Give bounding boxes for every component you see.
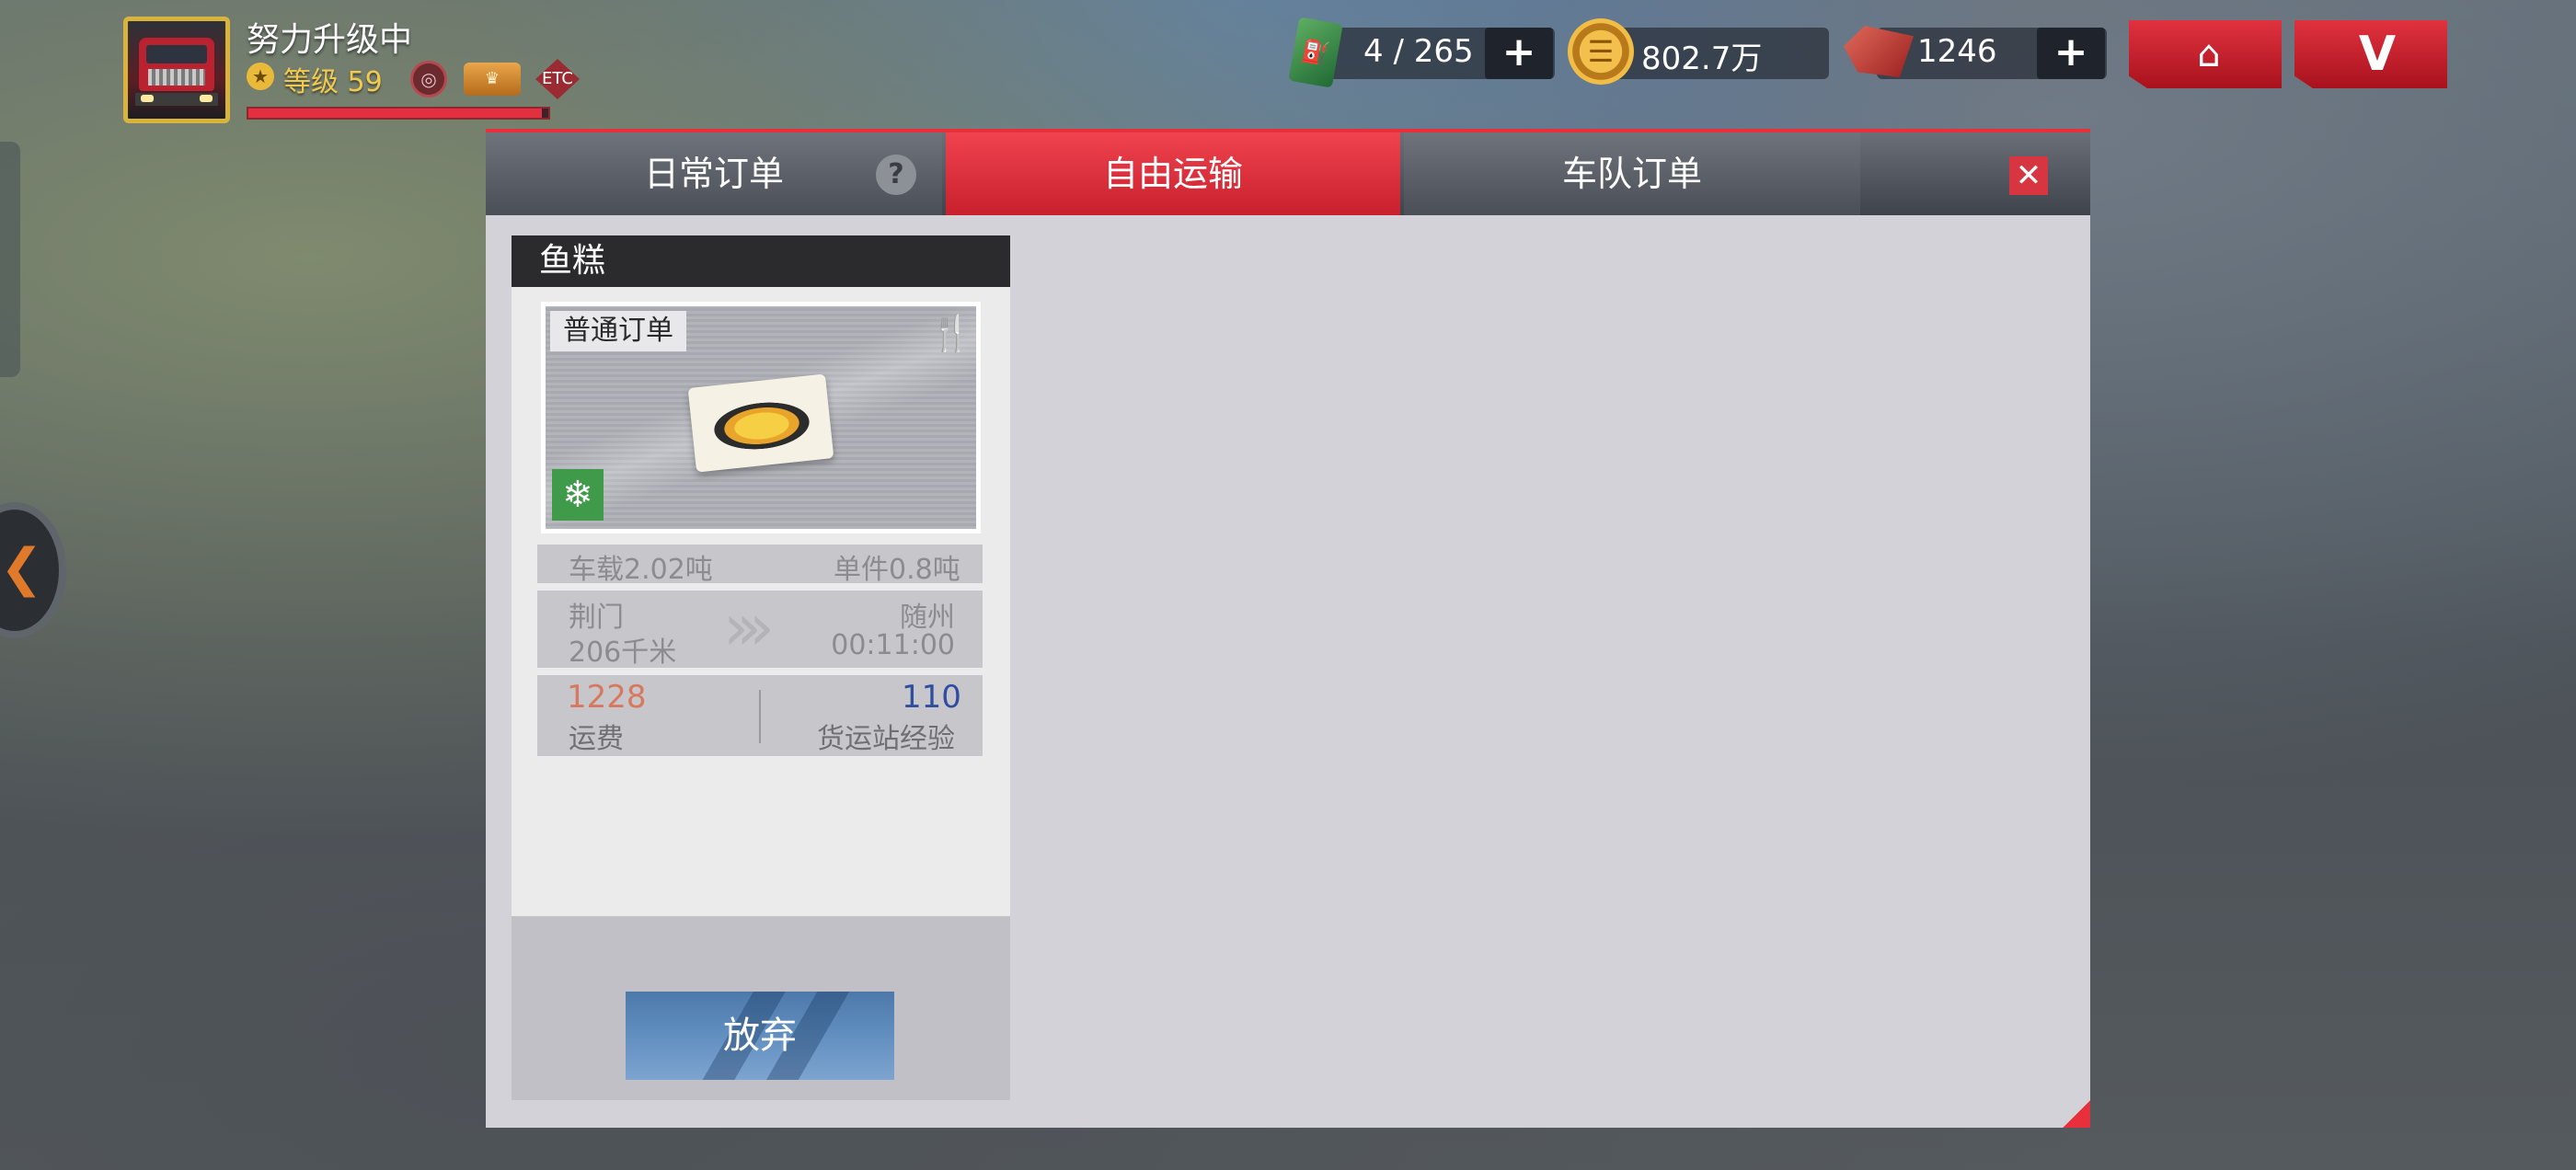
experience-bar bbox=[247, 107, 550, 120]
station-exp-label: 货运站经验 bbox=[817, 723, 955, 755]
snowflake-icon: ❄ bbox=[552, 469, 604, 521]
freight-label: 运费 bbox=[569, 723, 624, 755]
help-icon[interactable]: ? bbox=[876, 155, 916, 195]
truck-headlight bbox=[200, 95, 213, 102]
station-exp-value: 110 bbox=[902, 679, 961, 716]
coin-value: 802.7万 bbox=[1641, 40, 1763, 77]
coin-icon: ☰ bbox=[1568, 18, 1634, 85]
v-icon: V bbox=[2358, 27, 2397, 82]
steering-wheel-badge-icon[interactable]: ◎ bbox=[410, 61, 447, 98]
route-distance: 206千米 bbox=[569, 637, 677, 669]
store-icon: ⌂ bbox=[2197, 33, 2221, 75]
tab-label: 日常订单 bbox=[643, 154, 784, 194]
tab-free-transport[interactable]: 自由运输 bbox=[946, 132, 1400, 215]
player-level: 等级 59 bbox=[283, 66, 383, 98]
side-drawer-handle[interactable] bbox=[0, 142, 20, 377]
experience-bar-fill bbox=[248, 109, 543, 118]
player-name: 努力升级中 bbox=[247, 21, 413, 59]
tab-daily-orders[interactable]: 日常订单 bbox=[486, 132, 942, 215]
fork-knife-icon: 🍴 bbox=[929, 313, 973, 353]
tab-label: 自由运输 bbox=[1102, 154, 1243, 194]
fuel-value: 4 / 265 bbox=[1363, 33, 1474, 70]
order-type-tag: 普通订单 bbox=[550, 311, 686, 351]
truck-load: 车载2.02吨 bbox=[569, 554, 713, 586]
cargo-name: 鱼糕 bbox=[539, 242, 606, 280]
truck-headlight bbox=[141, 95, 154, 102]
navigation-arrow-icon: ❮ bbox=[0, 538, 43, 598]
abandon-button[interactable]: 放弃 bbox=[626, 992, 894, 1080]
wings-badge-icon[interactable]: ♛ bbox=[464, 63, 521, 96]
truck-windshield bbox=[146, 45, 207, 63]
truck-grill bbox=[148, 69, 205, 86]
add-gems-button[interactable]: + bbox=[2037, 28, 2105, 79]
freight-value: 1228 bbox=[567, 679, 647, 716]
close-icon[interactable]: ✕ bbox=[2009, 156, 2048, 195]
etc-badge-icon[interactable]: ETC bbox=[535, 59, 580, 99]
reward-divider bbox=[759, 690, 761, 743]
abandon-button-label: 放弃 bbox=[723, 1015, 797, 1057]
tab-fleet-orders[interactable]: 车队订单 bbox=[1404, 132, 1860, 215]
player-avatar[interactable] bbox=[123, 17, 230, 123]
dialog-corner-decoration bbox=[2063, 1100, 2090, 1128]
level-star-icon: ★ bbox=[247, 63, 274, 90]
route-time: 00:11:00 bbox=[831, 629, 955, 661]
gem-value: 1246 bbox=[1917, 33, 1997, 70]
tab-label: 车队订单 bbox=[1561, 154, 1702, 194]
add-fuel-button[interactable]: + bbox=[1485, 28, 1553, 79]
route-arrow-icon: ››› bbox=[723, 590, 775, 665]
unit-weight: 单件0.8吨 bbox=[834, 554, 960, 586]
